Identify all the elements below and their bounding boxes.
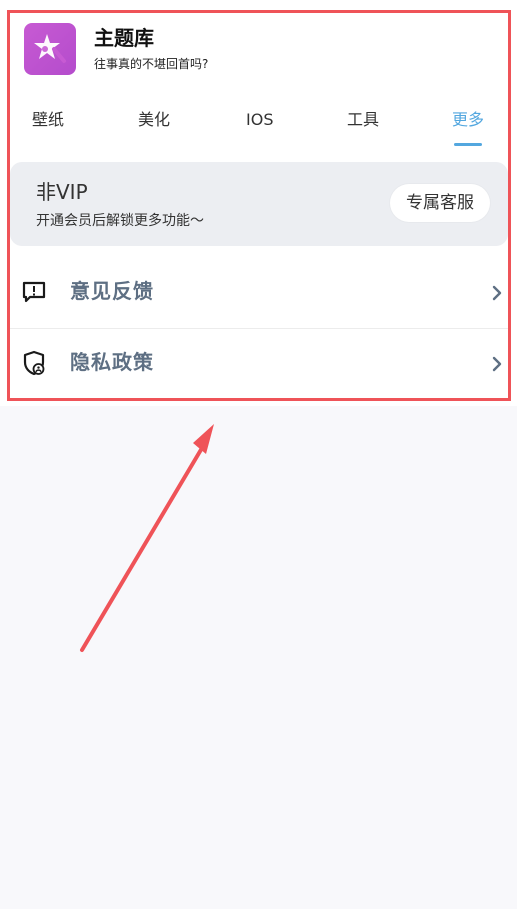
customer-service-button[interactable]: 专属客服 (390, 184, 490, 222)
privacy-policy-row[interactable]: 隐私政策 (10, 328, 510, 399)
tab-more[interactable]: 更多 (452, 112, 484, 128)
app-header: 主题库 往事真的不堪回首吗? (24, 23, 494, 77)
feedback-row[interactable]: 意见反馈 (10, 258, 510, 328)
feedback-icon (22, 281, 46, 303)
privacy-icon (23, 350, 45, 376)
tab-wallpaper[interactable]: 壁纸 (32, 112, 64, 128)
app-subtitle: 往事真的不堪回首吗? (94, 57, 209, 71)
settings-list: 意见反馈 隐私政策 (10, 258, 510, 398)
feedback-label: 意见反馈 (70, 279, 154, 303)
main-panel: 主题库 往事真的不堪回首吗? 壁纸 美化 IOS 工具 更多 非VIP 开通会员… (0, 0, 517, 406)
chevron-right-icon (492, 285, 502, 301)
app-logo-icon (24, 23, 76, 75)
tab-ios[interactable]: IOS (246, 112, 273, 128)
privacy-policy-label: 隐私政策 (70, 350, 154, 374)
vip-status-title: 非VIP (36, 180, 88, 204)
annotation-arrow (80, 424, 214, 652)
vip-card: 非VIP 开通会员后解锁更多功能〜 专属客服 (10, 162, 508, 246)
vip-status-subtitle: 开通会员后解锁更多功能〜 (36, 213, 204, 229)
chevron-right-icon (492, 356, 502, 372)
app-title: 主题库 (94, 26, 154, 50)
category-tabs: 壁纸 美化 IOS 工具 更多 (10, 104, 510, 148)
active-tab-indicator (454, 143, 482, 146)
tab-tools[interactable]: 工具 (347, 112, 379, 128)
tab-beautify[interactable]: 美化 (138, 112, 170, 128)
